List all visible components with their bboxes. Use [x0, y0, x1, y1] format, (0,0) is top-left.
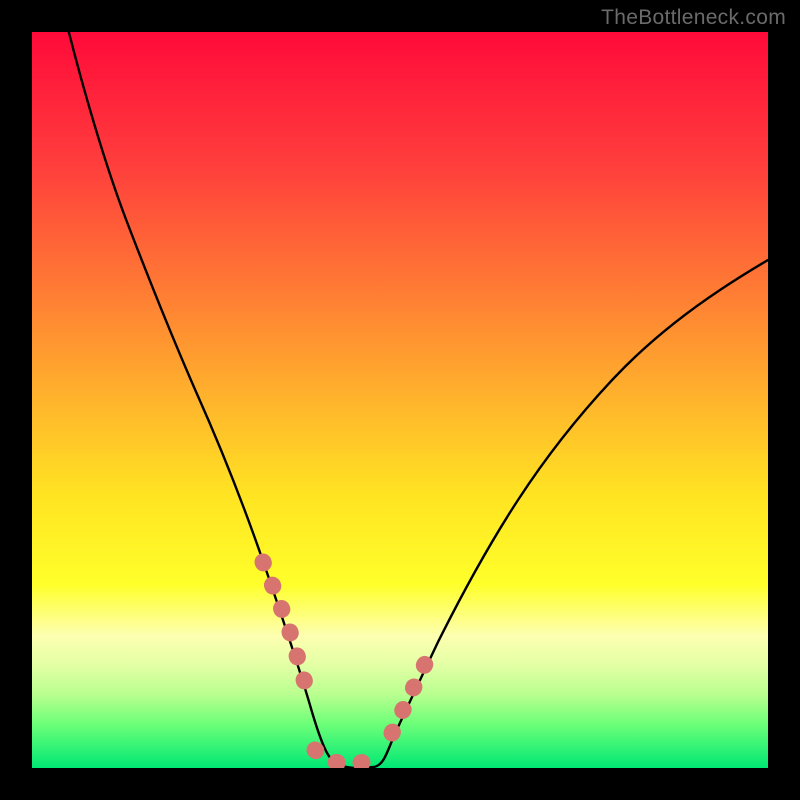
plot-area — [32, 32, 768, 768]
curve-svg — [32, 32, 768, 768]
chart-frame: TheBottleneck.com — [0, 0, 800, 800]
bottleneck-curve-path — [69, 32, 768, 768]
highlight-left-descent — [263, 562, 308, 693]
highlight-right-ascent — [392, 654, 430, 733]
watermark-text: TheBottleneck.com — [601, 6, 786, 30]
highlight-bottom-flat — [315, 750, 382, 764]
